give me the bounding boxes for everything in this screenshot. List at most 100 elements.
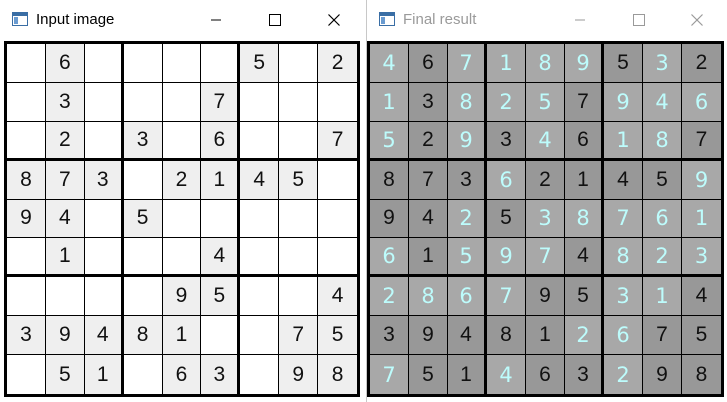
sudoku-cell [279, 82, 319, 122]
sudoku-cell [240, 316, 280, 356]
sudoku-cell: 3 [409, 82, 448, 122]
sudoku-cell: 6 [448, 277, 487, 317]
sudoku-cell: 2 [604, 355, 643, 394]
sudoku-cell: 2 [682, 44, 721, 83]
sudoku-cell: 3 [487, 121, 526, 161]
sudoku-cell: 5 [643, 160, 682, 200]
sudoku-cell: 4 [604, 160, 643, 200]
input-window-titlebar[interactable]: Input image [0, 0, 364, 40]
sudoku-cell: 9 [682, 160, 721, 200]
close-button[interactable] [674, 0, 720, 40]
sudoku-cell: 4 [526, 121, 565, 161]
sudoku-cell: 1 [526, 316, 565, 356]
sudoku-cell: 2 [318, 44, 357, 83]
result-window-titlebar[interactable]: Final result [367, 0, 727, 40]
sudoku-cell: 9 [643, 355, 682, 394]
minimize-icon [575, 19, 585, 21]
final-result-window: Final result 467189532138257946529346187… [366, 0, 727, 402]
sudoku-cell [240, 238, 280, 278]
result-sudoku-grid: 4671895321382579465293461878736214599425… [367, 41, 724, 397]
sudoku-cell [84, 121, 124, 161]
sudoku-cell: 1 [409, 238, 448, 278]
sudoku-cell: 6 [45, 44, 85, 83]
sudoku-cell [84, 238, 124, 278]
sudoku-cell: 7 [565, 82, 604, 122]
sudoku-cell [123, 160, 163, 200]
sudoku-cell: 1 [84, 355, 124, 394]
sudoku-cell: 3 [448, 160, 487, 200]
sudoku-cell [123, 82, 163, 122]
sudoku-cell: 7 [318, 121, 357, 161]
sudoku-cell [240, 82, 280, 122]
sudoku-cell: 7 [45, 160, 85, 200]
sudoku-cell: 5 [487, 199, 526, 239]
sudoku-cell: 8 [123, 316, 163, 356]
sudoku-cell: 3 [526, 199, 565, 239]
minimize-button[interactable] [193, 0, 239, 40]
sudoku-cell: 3 [643, 44, 682, 83]
sudoku-cell [162, 82, 202, 122]
sudoku-cell [240, 121, 280, 161]
sudoku-cell: 4 [565, 238, 604, 278]
sudoku-cell [240, 277, 280, 317]
sudoku-cell: 8 [7, 160, 46, 200]
sudoku-cell: 7 [604, 199, 643, 239]
sudoku-cell [318, 200, 357, 239]
sudoku-cell: 5 [279, 160, 319, 200]
sudoku-cell [318, 238, 357, 278]
minimize-button[interactable] [557, 0, 603, 40]
sudoku-cell: 6 [162, 355, 202, 394]
sudoku-cell: 8 [526, 44, 565, 83]
sudoku-cell: 9 [526, 277, 565, 317]
sudoku-cell: 9 [279, 355, 319, 394]
sudoku-cell: 8 [448, 82, 487, 122]
sudoku-cell: 6 [682, 82, 721, 122]
sudoku-cell: 1 [201, 160, 241, 200]
sudoku-cell [201, 44, 241, 83]
sudoku-cell: 5 [240, 44, 280, 83]
sudoku-cell [318, 161, 357, 200]
close-button[interactable] [311, 0, 357, 40]
sudoku-cell [7, 277, 46, 317]
sudoku-cell: 1 [45, 238, 85, 278]
sudoku-cell: 5 [448, 238, 487, 278]
sudoku-cell: 3 [370, 316, 409, 356]
sudoku-cell: 7 [487, 277, 526, 317]
sudoku-cell: 3 [45, 82, 85, 122]
sudoku-cell: 9 [604, 82, 643, 122]
sudoku-cell: 6 [201, 121, 241, 161]
sudoku-cell: 4 [84, 316, 124, 356]
sudoku-cell: 5 [409, 355, 448, 394]
sudoku-cell: 7 [370, 355, 409, 394]
sudoku-cell [84, 199, 124, 239]
sudoku-cell: 3 [123, 121, 163, 161]
sudoku-cell [279, 121, 319, 161]
sudoku-cell: 2 [370, 277, 409, 317]
sudoku-cell: 6 [409, 44, 448, 83]
sudoku-cell [201, 316, 241, 356]
sudoku-cell [279, 277, 319, 317]
window-title: Input image [36, 11, 115, 28]
sudoku-cell: 2 [162, 160, 202, 200]
maximize-button[interactable] [252, 0, 298, 40]
sudoku-cell: 3 [7, 316, 46, 356]
sudoku-cell: 2 [565, 316, 604, 356]
sudoku-cell [279, 238, 319, 278]
sudoku-cell [162, 238, 202, 278]
sudoku-cell: 6 [643, 199, 682, 239]
sudoku-cell: 7 [279, 316, 319, 356]
sudoku-cell: 5 [604, 44, 643, 83]
sudoku-cell [45, 277, 85, 317]
sudoku-cell [162, 121, 202, 161]
sudoku-cell: 5 [318, 316, 357, 356]
sudoku-cell [7, 82, 46, 122]
sudoku-cell [162, 44, 202, 83]
sudoku-cell: 3 [565, 355, 604, 394]
sudoku-cell: 1 [682, 199, 721, 239]
sudoku-cell: 7 [448, 44, 487, 83]
maximize-button[interactable] [616, 0, 662, 40]
sudoku-cell: 3 [84, 160, 124, 200]
sudoku-cell: 1 [643, 277, 682, 317]
input-sudoku-grid: 6523723678732145945149543948175516398 [4, 41, 360, 397]
app-window-icon [12, 12, 28, 26]
